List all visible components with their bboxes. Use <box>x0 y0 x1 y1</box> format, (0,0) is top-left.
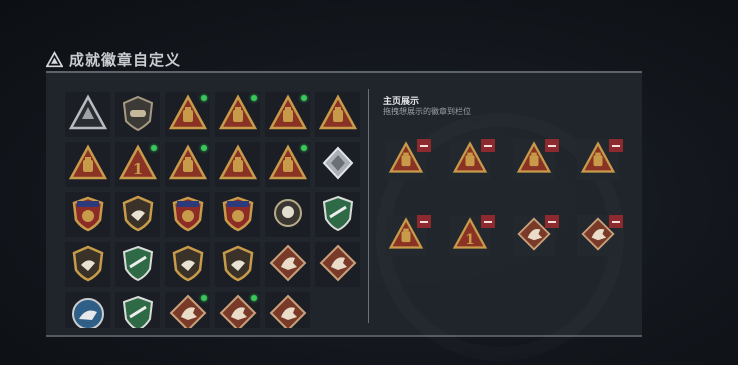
stars-shield-badge-icon <box>168 193 208 237</box>
remove-badge-button[interactable] <box>417 139 431 152</box>
showcase-slot[interactable] <box>385 139 431 180</box>
tri-helmet-badge-icon <box>218 143 258 187</box>
badge-slot[interactable] <box>115 192 160 237</box>
remove-badge-button[interactable] <box>545 215 559 228</box>
svg-text:1: 1 <box>465 231 474 247</box>
minus-icon <box>484 144 492 147</box>
new-indicator <box>201 145 207 151</box>
badge-slot[interactable] <box>165 242 210 287</box>
badge-slot[interactable] <box>315 142 360 187</box>
remove-badge-button[interactable] <box>481 139 495 152</box>
star-medal-badge-icon <box>68 193 108 237</box>
badge-slot[interactable] <box>215 142 260 187</box>
showcase-slot[interactable] <box>513 215 559 256</box>
showcase-slot[interactable] <box>577 139 623 180</box>
badge-customization-panel: 1 主页展示 拖拽想展示的徽章到栏位 1 <box>46 71 642 337</box>
badge-slot[interactable] <box>215 192 260 237</box>
minus-icon <box>484 220 492 223</box>
new-indicator <box>201 95 207 101</box>
stars-shield-red-badge-icon <box>218 193 258 237</box>
badge-slot[interactable] <box>315 192 360 237</box>
minus-icon <box>420 220 428 223</box>
wings-skull-badge-icon <box>218 243 258 287</box>
badge-slot[interactable] <box>65 142 110 187</box>
minus-icon <box>420 144 428 147</box>
showcase-slot[interactable]: 1 <box>449 215 495 256</box>
showcase-slot[interactable] <box>513 139 559 180</box>
minus-icon <box>548 144 556 147</box>
green-wolf-shield-badge-icon <box>118 243 158 287</box>
remove-badge-button[interactable] <box>481 215 495 228</box>
diamond-runner-badge-icon <box>268 293 308 328</box>
skull-emblem-badge-icon <box>268 193 308 237</box>
diamond-beast-badge-icon <box>318 243 358 287</box>
svg-text:1: 1 <box>132 160 142 178</box>
badge-slot[interactable] <box>265 292 310 328</box>
badge-slot[interactable] <box>115 292 160 328</box>
showcase-slot[interactable] <box>449 139 495 180</box>
showcase-subtitle: 拖拽想展示的徽章到栏位 <box>383 107 471 116</box>
badge-slot[interactable] <box>115 242 160 287</box>
badge-slot[interactable] <box>165 192 210 237</box>
badge-slot[interactable] <box>165 142 210 187</box>
silver-cube-badge-icon <box>318 143 358 187</box>
warning-triangle-icon <box>46 50 63 67</box>
badge-collection-grid[interactable]: 1 <box>65 92 365 328</box>
badge-slot[interactable] <box>65 92 110 137</box>
badge-slot[interactable] <box>215 242 260 287</box>
remove-badge-button[interactable] <box>545 139 559 152</box>
badge-slot[interactable] <box>165 92 210 137</box>
tri-tank-badge-icon <box>68 143 108 187</box>
badge-slot[interactable] <box>215 92 260 137</box>
new-indicator <box>251 295 257 301</box>
showcase-slot[interactable] <box>385 215 431 256</box>
green-shield-badge-icon <box>318 193 358 237</box>
badge-slot[interactable] <box>65 242 110 287</box>
badge-slot[interactable] <box>65 292 110 328</box>
badge-slot[interactable] <box>165 292 210 328</box>
page-title-bar: 成就徽章自定义 <box>46 48 181 70</box>
page-title: 成就徽章自定义 <box>69 50 182 69</box>
remove-badge-button[interactable] <box>417 215 431 228</box>
shield-fist-badge-icon <box>118 193 158 237</box>
tri-silver-badge-icon <box>68 93 108 137</box>
showcase-slot[interactable] <box>577 215 623 256</box>
new-indicator <box>301 95 307 101</box>
remove-badge-button[interactable] <box>609 139 623 152</box>
panel-divider <box>368 89 369 323</box>
helicopter-shield-badge-icon <box>118 93 158 137</box>
green-rifle-badge-icon <box>118 293 158 328</box>
shield-eagle-badge-icon <box>68 243 108 287</box>
badge-slot[interactable] <box>65 192 110 237</box>
new-indicator <box>301 145 307 151</box>
badge-slot[interactable] <box>215 292 260 328</box>
minus-icon <box>612 144 620 147</box>
badge-slot[interactable] <box>115 92 160 137</box>
tri-card-badge-icon <box>318 93 358 137</box>
new-indicator <box>201 295 207 301</box>
badge-slot[interactable] <box>265 92 310 137</box>
badge-slot[interactable] <box>265 192 310 237</box>
badge-slot[interactable]: 1 <box>115 142 160 187</box>
badge-slot[interactable] <box>265 142 310 187</box>
badge-slot[interactable] <box>315 92 360 137</box>
blue-wolf-badge-icon <box>68 293 108 328</box>
badge-slot[interactable] <box>265 242 310 287</box>
badge-slot[interactable] <box>315 242 360 287</box>
minus-icon <box>612 220 620 223</box>
new-indicator <box>151 145 157 151</box>
new-indicator <box>251 95 257 101</box>
shield-eagle-gold-badge-icon <box>168 243 208 287</box>
diamond-beast-badge-icon <box>268 243 308 287</box>
minus-icon <box>548 220 556 223</box>
remove-badge-button[interactable] <box>609 215 623 228</box>
